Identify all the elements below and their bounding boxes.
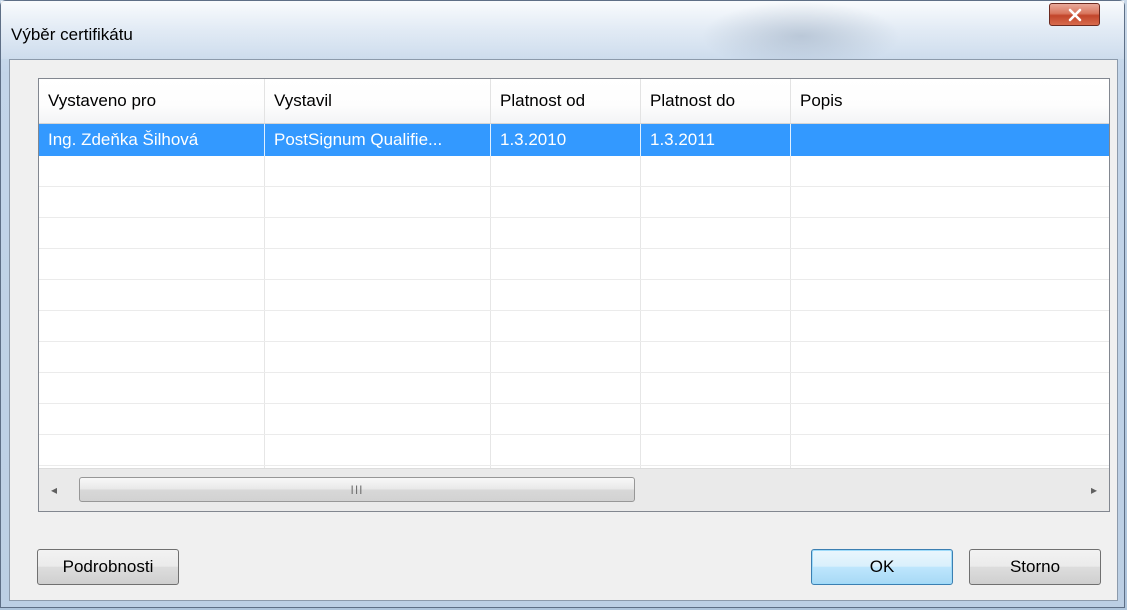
title-bar[interactable]: Výběr certifikátu — [1, 1, 1124, 59]
cancel-button[interactable]: Storno — [969, 549, 1101, 585]
horizontal-scrollbar[interactable]: ◂ III ▸ — [39, 468, 1109, 511]
grip-icon: III — [350, 482, 364, 497]
column-header-valid-to[interactable]: Platnost do — [641, 79, 791, 123]
column-header-issuer[interactable]: Vystavil — [265, 79, 491, 123]
scroll-thumb[interactable]: III — [79, 477, 635, 502]
cell-issuer: PostSignum Qualifie... — [274, 130, 443, 149]
cell-valid-from: 1.3.2010 — [500, 130, 567, 149]
cell-issued-to: Ing. Zdeňka Šilhová — [48, 130, 199, 149]
close-icon — [1068, 8, 1081, 21]
certificate-list[interactable]: Vystaveno pro Vystavil Platnost od Platn… — [38, 78, 1110, 512]
list-header: Vystaveno pro Vystavil Platnost od Platn… — [39, 79, 1109, 124]
empty-row — [39, 342, 1109, 373]
empty-row — [39, 218, 1109, 249]
empty-row — [39, 311, 1109, 342]
empty-row — [39, 404, 1109, 435]
certificate-dialog: Výběr certifikátu Vystaveno pro Vystavil… — [0, 0, 1125, 608]
empty-row — [39, 156, 1109, 187]
empty-row — [39, 187, 1109, 218]
scroll-left-icon: ◂ — [50, 483, 58, 497]
ok-button[interactable]: OK — [811, 549, 953, 585]
close-button[interactable] — [1049, 3, 1100, 26]
cell-description — [791, 124, 1109, 156]
window-title: Výběr certifikátu — [11, 25, 133, 44]
scroll-left-button[interactable]: ◂ — [39, 469, 69, 511]
scroll-right-button[interactable]: ▸ — [1079, 469, 1109, 511]
scroll-right-icon: ▸ — [1090, 483, 1098, 497]
empty-row — [39, 280, 1109, 311]
column-header-description[interactable]: Popis — [791, 79, 1109, 123]
cell-valid-to: 1.3.2011 — [650, 130, 715, 149]
empty-row — [39, 249, 1109, 280]
empty-row — [39, 435, 1109, 466]
empty-row — [39, 373, 1109, 404]
column-header-issued-to[interactable]: Vystaveno pro — [39, 79, 265, 123]
details-button[interactable]: Podrobnosti — [37, 549, 179, 585]
list-rows: Ing. Zdeňka Šilhová PostSignum Qualifie.… — [39, 124, 1109, 497]
dialog-body: Vystaveno pro Vystavil Platnost od Platn… — [9, 59, 1118, 601]
table-row[interactable]: Ing. Zdeňka Šilhová PostSignum Qualifie.… — [39, 124, 1109, 156]
column-header-valid-from[interactable]: Platnost od — [491, 79, 641, 123]
